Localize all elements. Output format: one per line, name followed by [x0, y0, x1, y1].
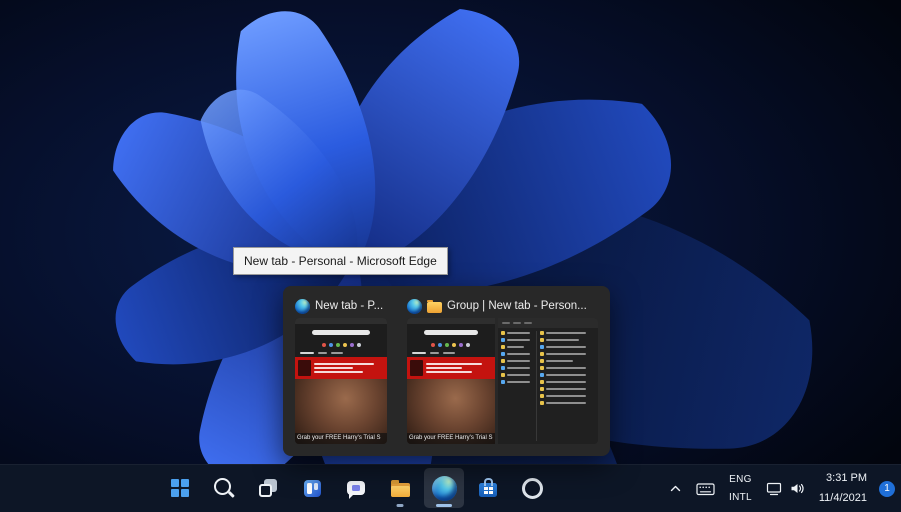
- preview-card-title: New tab - P...: [315, 300, 384, 312]
- windows-logo-icon: [483, 486, 493, 494]
- search-button[interactable]: [204, 468, 244, 508]
- store-bag-icon: [479, 478, 497, 497]
- preview-card-snap-group[interactable]: Group | New tab - Person... Grab your FR…: [407, 294, 598, 444]
- widgets-icon: [303, 479, 321, 497]
- store-button[interactable]: [468, 468, 508, 508]
- banner-image: [298, 360, 311, 376]
- shortcut-icons-row: [295, 340, 387, 349]
- promo-banner: [295, 357, 387, 379]
- file-explorer-thumbnail: [497, 318, 598, 444]
- search-icon: [213, 477, 231, 495]
- feed-tabs-row: [407, 349, 495, 357]
- taskbar-tooltip: New tab - Personal - Microsoft Edge: [233, 247, 448, 275]
- open-app-indicator: [396, 504, 404, 507]
- preview-card-title: Group | New tab - Person...: [447, 300, 587, 312]
- widgets-button[interactable]: [292, 468, 332, 508]
- start-button[interactable]: [160, 468, 200, 508]
- system-tray: ENG INTL 3:31 PM 11/4/2021 1: [664, 465, 895, 512]
- open-app-indicator: [436, 504, 452, 507]
- banner-image: [410, 360, 423, 376]
- touch-keyboard-button[interactable]: [691, 471, 720, 507]
- article-caption: Grab your FREE Harry's Trial S: [295, 433, 387, 444]
- newtab-search-bar: [407, 324, 495, 340]
- feed-tabs-row: [295, 349, 387, 357]
- desktop[interactable]: New tab - Personal - Microsoft Edge New …: [0, 0, 901, 512]
- promo-banner: [407, 357, 495, 379]
- volume-icon: [791, 483, 804, 494]
- windows-logo-icon: [171, 479, 189, 497]
- network-icon: [766, 482, 781, 496]
- task-view-icon: [259, 479, 277, 497]
- explorer-body: [498, 328, 598, 444]
- tray-overflow-button[interactable]: [664, 471, 687, 507]
- explorer-toolbar: [497, 318, 598, 328]
- folder-icon: [390, 479, 410, 497]
- edge-icon: [407, 298, 422, 314]
- language-line-1: ENG: [729, 474, 752, 485]
- language-indicator[interactable]: ENG INTL: [724, 471, 757, 507]
- keyboard-icon: [696, 482, 715, 495]
- preview-card-header: Group | New tab - Person...: [407, 294, 598, 318]
- preview-card-edge-window[interactable]: New tab - P... Grab your FREE Harry's Tr…: [295, 294, 387, 444]
- shortcut-icons-row: [407, 340, 495, 349]
- snap-group-thumbnail[interactable]: Grab your FREE Harry's Trial S: [407, 318, 598, 444]
- article-caption: Grab your FREE Harry's Trial S: [407, 433, 495, 444]
- network-volume-button[interactable]: [761, 471, 810, 507]
- taskbar-preview-flyout: New tab - P... Grab your FREE Harry's Tr…: [283, 286, 610, 456]
- task-view-button[interactable]: [248, 468, 288, 508]
- folder-icon: [427, 299, 442, 313]
- time-text: 3:31 PM: [826, 472, 867, 484]
- date-text: 11/4/2021: [818, 492, 867, 504]
- preview-card-header: New tab - P...: [295, 294, 387, 318]
- language-line-2: INTL: [729, 492, 752, 503]
- chat-bubble-icon: [347, 481, 365, 499]
- ring-icon: [521, 477, 543, 499]
- circular-app-button[interactable]: [512, 468, 552, 508]
- article-photo: Grab your FREE Harry's Trial S: [295, 379, 387, 444]
- article-photo: Grab your FREE Harry's Trial S: [407, 379, 495, 444]
- file-explorer-button[interactable]: [380, 468, 420, 508]
- webpage-thumbnail: Grab your FREE Harry's Trial S: [295, 318, 387, 444]
- newtab-search-bar: [295, 324, 387, 340]
- webpage-thumbnail: Grab your FREE Harry's Trial S: [407, 318, 495, 444]
- edge-button[interactable]: [424, 468, 464, 508]
- chat-button[interactable]: [336, 468, 376, 508]
- edge-icon: [431, 475, 457, 501]
- edge-icon: [295, 298, 310, 314]
- window-thumbnail[interactable]: Grab your FREE Harry's Trial S: [295, 318, 387, 444]
- taskbar: ENG INTL 3:31 PM 11/4/2021 1: [0, 464, 901, 512]
- taskbar-center-icons: [160, 468, 552, 508]
- chevron-up-icon: [670, 485, 681, 492]
- explorer-file-list: [535, 331, 595, 441]
- explorer-sidebar: [500, 331, 533, 441]
- notification-badge[interactable]: 1: [879, 480, 895, 497]
- clock[interactable]: 3:31 PM 11/4/2021: [814, 471, 872, 507]
